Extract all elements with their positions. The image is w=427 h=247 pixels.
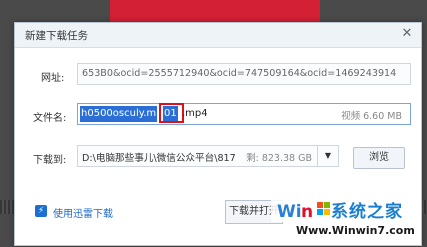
filename-input[interactable]: h0500osculy.m 01 .mp4 视频 6.60 MB xyxy=(77,103,411,125)
red-highlight-box xyxy=(159,103,184,123)
filename-label: 文件名: xyxy=(33,113,67,124)
url-value: 653B0&ocid=2555712940&ocid=747509164&oci… xyxy=(82,68,397,79)
download-path-field[interactable]: D:\电脑那些事儿\微信公众平台\817 剩: 823.38 GB ▼ xyxy=(77,145,339,167)
watermark-url: Www.Winwin7.com xyxy=(296,224,415,237)
close-icon[interactable]: ✕ xyxy=(399,26,415,42)
filename-extension: .mp4 xyxy=(182,108,208,119)
download-to-label: 下载到: xyxy=(33,155,67,166)
filename-selected-text: h0500osculy.m xyxy=(80,106,158,122)
dialog-title: 新建下载任务 xyxy=(25,30,88,42)
svg-text:n: n xyxy=(301,202,313,222)
use-thunder-link[interactable]: 使用迅雷下载 xyxy=(53,205,113,220)
url-label: 网址: xyxy=(41,73,65,84)
dialog-titlebar: 新建下载任务 ✕ xyxy=(15,23,421,48)
windows-logo-icon: Wi n xyxy=(271,198,331,222)
svg-text:Wi: Wi xyxy=(277,202,302,222)
url-field[interactable]: 653B0&ocid=2555712940&ocid=747509164&oci… xyxy=(77,63,411,85)
background-red-panel xyxy=(110,0,320,24)
file-type-size: 视频 6.60 MB xyxy=(341,111,402,122)
download-path: D:\电脑那些事儿\微信公众平台\817 xyxy=(82,153,236,164)
watermark-brand: 系统之家 xyxy=(331,202,403,222)
free-space: 剩: 823.38 GB xyxy=(246,153,312,164)
thunder-icon: ⚡ xyxy=(35,205,47,217)
chevron-down-icon[interactable]: ▼ xyxy=(317,146,338,166)
browse-button[interactable]: 浏览 xyxy=(353,147,405,169)
